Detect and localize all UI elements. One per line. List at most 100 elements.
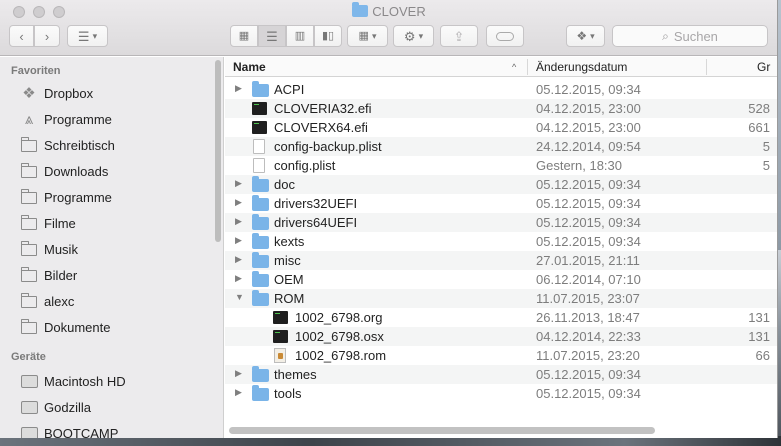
file-size: 5 — [762, 158, 770, 173]
disk-icon — [20, 373, 38, 389]
share-button[interactable]: ⇪ — [440, 25, 478, 47]
sidebar-item-programme[interactable]: ⩓ Programme — [20, 108, 112, 130]
folder-icon — [20, 241, 38, 257]
file-name: kexts — [274, 234, 305, 249]
file-name: 1002_6798.osx — [295, 329, 384, 344]
chevron-left-icon: ‹ — [19, 28, 24, 44]
forward-button[interactable]: › — [34, 25, 60, 47]
search-field[interactable]: ⌕ Suchen — [612, 25, 768, 47]
disclosure-collapsed-icon[interactable]: ▶ — [235, 273, 242, 284]
file-size: 131 — [748, 329, 770, 344]
file-size: 661 — [748, 120, 770, 135]
file-row[interactable]: ▶ themes 05.12.2015, 09:34 — [225, 365, 777, 384]
file-row[interactable]: ▶ tools 05.12.2015, 09:34 — [225, 384, 777, 403]
tag-button[interactable] — [486, 25, 524, 47]
folder-icon — [252, 233, 269, 249]
file-name: tools — [274, 386, 302, 401]
disclosure-collapsed-icon[interactable]: ▶ — [235, 368, 242, 379]
file-date: 05.12.2015, 09:34 — [536, 386, 641, 401]
file-date: 05.12.2015, 09:34 — [536, 196, 641, 211]
file-name: ROM — [274, 291, 305, 306]
list-view-button[interactable]: ☰ — [258, 25, 286, 47]
sidebar-item-bilder[interactable]: Bilder — [20, 264, 77, 286]
coverflow-icon: ▮▯ — [321, 29, 335, 42]
file-row[interactable]: ▶ drivers32UEFI 05.12.2015, 09:34 — [225, 194, 777, 213]
sidebar-item-godzilla[interactable]: Godzilla — [20, 396, 91, 418]
file-date: 05.12.2015, 09:34 — [536, 215, 641, 230]
column-header-size[interactable]: Gr — [757, 60, 770, 74]
disclosure-collapsed-icon[interactable]: ▶ — [235, 197, 242, 208]
file-date: Gestern, 18:30 — [536, 158, 622, 173]
sidebar-item-dropbox[interactable]: ❖ Dropbox — [20, 82, 93, 104]
file-row[interactable]: ▼ ROM 11.07.2015, 23:07 — [225, 289, 777, 308]
disclosure-expanded-icon[interactable]: ▼ — [235, 292, 244, 302]
file-row[interactable]: 1002_6798.rom 11.07.2015, 23:20 66 — [225, 346, 777, 365]
file-row[interactable]: CLOVERX64.efi 04.12.2015, 23:00 661 — [225, 118, 777, 137]
chevron-down-icon: ▾ — [590, 30, 595, 41]
file-name: themes — [274, 367, 317, 382]
horizontal-scrollbar[interactable] — [229, 427, 655, 434]
column-header-name[interactable]: Name — [233, 60, 266, 74]
file-date: 27.01.2015, 21:11 — [536, 253, 640, 268]
file-row[interactable]: ▶ doc 05.12.2015, 09:34 — [225, 175, 777, 194]
file-size: 528 — [748, 101, 770, 116]
file-name: drivers64UEFI — [274, 215, 358, 230]
folder-icon — [20, 163, 38, 179]
icon-view-button[interactable]: ▦ — [230, 25, 258, 47]
coverflow-view-button[interactable]: ▮▯ — [314, 25, 342, 47]
file-row[interactable]: 1002_6798.org 26.11.2013, 18:47 131 — [225, 308, 777, 327]
disclosure-collapsed-icon[interactable]: ▶ — [235, 235, 242, 246]
sidebar-item-programme-2[interactable]: Programme — [20, 186, 112, 208]
sidebar-item-filme[interactable]: Filme — [20, 212, 76, 234]
executable-icon — [273, 329, 288, 343]
search-placeholder: Suchen — [673, 28, 718, 44]
sidebar-item-schreibtisch[interactable]: Schreibtisch — [20, 134, 115, 156]
file-row[interactable]: ▶ misc 27.01.2015, 21:11 — [225, 251, 777, 270]
sidebar-item-label: Macintosh HD — [44, 373, 126, 389]
column-header-date[interactable]: Änderungsdatum — [536, 60, 627, 74]
executable-icon — [252, 120, 267, 134]
disclosure-collapsed-icon[interactable]: ▶ — [235, 178, 242, 189]
group-button[interactable]: ▦ ▾ — [347, 25, 388, 47]
back-button[interactable]: ‹ — [9, 25, 34, 47]
folder-icon — [252, 290, 269, 306]
file-row[interactable]: ▶ kexts 05.12.2015, 09:34 — [225, 232, 777, 251]
column-view-button[interactable]: ▥ — [286, 25, 314, 47]
file-row[interactable]: ▶ OEM 06.12.2014, 07:10 — [225, 270, 777, 289]
file-row[interactable]: ▶ drivers64UEFI 05.12.2015, 09:34 — [225, 213, 777, 232]
dropbox-button[interactable]: ❖ ▾ — [566, 25, 605, 47]
sidebar-item-musik[interactable]: Musik — [20, 238, 78, 260]
sidebar-item-label: Schreibtisch — [44, 137, 115, 153]
file-date: 11.07.2015, 23:20 — [536, 348, 640, 363]
column-divider[interactable] — [527, 59, 528, 75]
disclosure-collapsed-icon[interactable]: ▶ — [235, 83, 242, 94]
file-row[interactable]: ▶ ACPI 05.12.2015, 09:34 — [225, 80, 777, 99]
sidebar-item-label: Dropbox — [44, 85, 94, 101]
disclosure-collapsed-icon[interactable]: ▶ — [235, 254, 242, 265]
file-row[interactable]: 1002_6798.osx 04.12.2014, 22:33 131 — [225, 327, 777, 346]
file-row[interactable]: config-backup.plist 24.12.2014, 09:54 5 — [225, 137, 777, 156]
file-name: doc — [274, 177, 295, 192]
sidebar-item-label: Programme — [44, 111, 112, 127]
arrange-button[interactable]: ☰ ▾ — [67, 25, 108, 47]
file-row[interactable]: config.plist Gestern, 18:30 5 — [225, 156, 777, 175]
sidebar-item-downloads[interactable]: Downloads — [20, 160, 108, 182]
sidebar-item-alexc[interactable]: alexc — [20, 290, 74, 312]
file-name: drivers32UEFI — [274, 196, 358, 211]
sidebar-item-macintosh-hd[interactable]: Macintosh HD — [20, 370, 126, 392]
search-icon: ⌕ — [662, 28, 669, 43]
disclosure-collapsed-icon[interactable]: ▶ — [235, 387, 242, 398]
rom-file-icon — [273, 348, 286, 363]
file-row[interactable]: CLOVERIA32.efi 04.12.2015, 23:00 528 — [225, 99, 777, 118]
sidebar-item-dokumente[interactable]: Dokumente — [20, 316, 110, 338]
sidebar-item-label: BOOTCAMP — [44, 425, 119, 439]
sidebar-item-bootcamp[interactable]: BOOTCAMP — [20, 422, 118, 438]
file-name: 1002_6798.rom — [295, 348, 387, 363]
disclosure-collapsed-icon[interactable]: ▶ — [235, 216, 242, 227]
column-divider[interactable] — [706, 59, 707, 75]
sidebar-scrollbar[interactable] — [215, 60, 221, 242]
document-icon — [252, 158, 265, 173]
chevron-right-icon: › — [44, 28, 50, 44]
gear-icon: ⚙ — [403, 28, 416, 44]
action-button[interactable]: ⚙ ▾ — [393, 25, 434, 47]
